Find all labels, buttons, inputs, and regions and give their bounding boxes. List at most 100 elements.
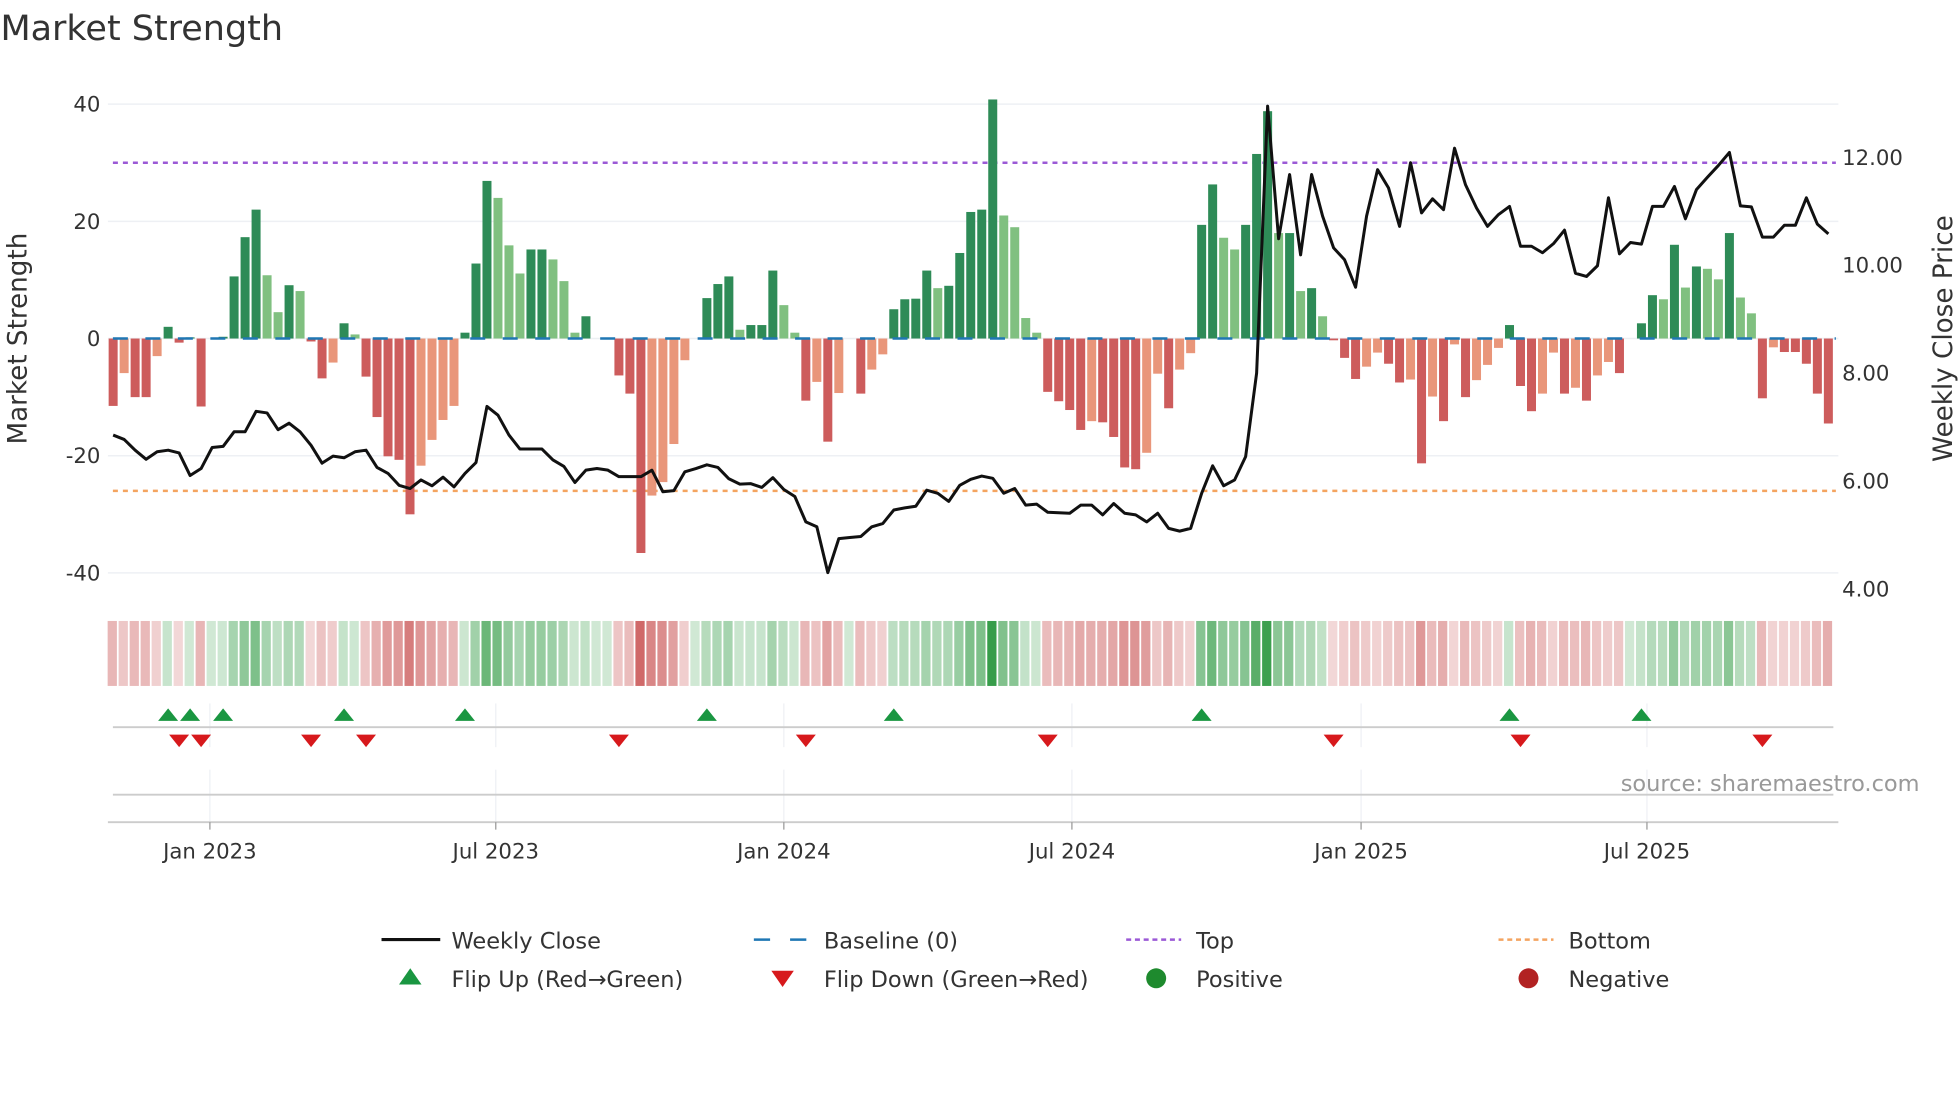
flip-up-marker	[1631, 708, 1652, 721]
heat-cell	[294, 620, 304, 686]
heat-cell	[778, 620, 788, 686]
heat-cell	[888, 620, 898, 686]
strength-bar	[1153, 338, 1163, 374]
heat-cell	[1185, 620, 1195, 686]
strength-bar	[669, 338, 679, 445]
heat-cell	[899, 620, 909, 686]
heat-cell	[195, 620, 205, 686]
heat-cell	[1756, 620, 1767, 686]
strength-bar	[317, 338, 327, 379]
strength-bar	[1142, 338, 1152, 453]
heat-cell	[734, 620, 744, 686]
heat-cell	[415, 620, 425, 686]
heat-cell	[1119, 620, 1129, 686]
strength-bar	[1658, 299, 1668, 339]
heat-cell	[228, 620, 238, 686]
strength-bar	[1120, 338, 1130, 468]
heat-cell	[1767, 620, 1778, 686]
flip-up-marker	[883, 708, 904, 721]
x-tick-label: Jan 2023	[161, 839, 257, 864]
strength-bar	[911, 298, 921, 339]
heat-cell	[1558, 620, 1569, 686]
heat-cell	[1097, 620, 1107, 686]
right-tick-label: 10.00	[1842, 254, 1903, 279]
strength-bar	[724, 276, 734, 339]
strength-bar	[1801, 338, 1811, 364]
heat-cell	[745, 620, 755, 686]
heat-cell	[1229, 620, 1239, 686]
heat-cell	[272, 620, 282, 686]
heat-cell	[1580, 620, 1591, 686]
heat-cell	[1701, 620, 1712, 686]
strength-bar	[372, 338, 382, 418]
strength-bar	[1812, 338, 1822, 394]
strength-bar	[944, 285, 954, 339]
strength-bar	[1054, 338, 1064, 402]
heat-cell	[206, 620, 216, 686]
heat-cell	[1416, 620, 1426, 686]
heat-cell	[789, 620, 799, 686]
left-tick-label: -40	[66, 561, 101, 586]
strength-bar	[856, 338, 866, 394]
strength-bar	[482, 180, 492, 339]
flip-down-marker	[1510, 734, 1531, 748]
strength-bar	[1724, 233, 1734, 339]
left-axis-title: Market Strength	[4, 233, 34, 445]
heat-cell	[129, 620, 139, 686]
heat-cell	[184, 620, 194, 686]
strength-bar	[152, 338, 162, 357]
heat-cell	[1262, 620, 1272, 686]
heat-cell	[1438, 620, 1448, 686]
x-tick-label: Jan 2024	[735, 839, 831, 864]
heat-cell	[855, 620, 865, 686]
strength-bar	[1208, 184, 1218, 339]
strength-bar	[1065, 338, 1075, 411]
strength-bar	[240, 237, 250, 339]
strength-bar	[1505, 325, 1515, 339]
flip-up-marker	[213, 708, 234, 721]
heat-cell	[1372, 620, 1382, 686]
flip-down-marker	[191, 734, 212, 748]
heat-cell	[393, 620, 403, 686]
strength-bar	[1175, 338, 1185, 370]
heat-cell	[558, 620, 568, 686]
heat-cell	[1295, 620, 1305, 686]
heat-cell	[1657, 620, 1668, 686]
heat-cell	[1800, 620, 1811, 686]
heat-cell	[613, 620, 623, 686]
heat-cell	[712, 620, 722, 686]
heat-cell	[217, 620, 227, 686]
heat-cell	[657, 620, 667, 686]
heat-cell	[349, 620, 359, 686]
strength-bar	[1098, 338, 1108, 423]
strength-bar	[878, 338, 888, 355]
strength-bar	[977, 209, 987, 339]
flip-up-marker	[1499, 708, 1520, 721]
heat-cell	[690, 620, 700, 686]
strength-bar	[812, 338, 822, 382]
strength-bar	[1076, 338, 1086, 430]
heat-cell	[470, 620, 480, 686]
strength-bar	[1680, 287, 1690, 339]
heat-cell	[459, 620, 469, 686]
strength-bar	[1131, 338, 1141, 470]
strength-bar	[515, 273, 525, 339]
strength-bar	[1570, 338, 1580, 388]
strength-bar	[416, 338, 426, 466]
heat-cell	[371, 620, 381, 686]
heat-cell	[316, 620, 326, 686]
flip-up-icon	[399, 968, 422, 985]
right-tick-label: 8.00	[1842, 362, 1889, 387]
strength-bar	[251, 209, 261, 339]
heat-cell	[1064, 620, 1074, 686]
heat-cell	[811, 620, 821, 686]
strength-bar	[460, 332, 470, 339]
strength-bar	[493, 197, 503, 339]
heat-cell	[492, 620, 502, 686]
heat-cell	[1493, 620, 1503, 686]
heat-cell	[404, 620, 414, 686]
strength-bar	[141, 338, 151, 398]
chart-title: Market Strength	[0, 9, 283, 49]
heat-cell	[1141, 620, 1151, 686]
flip-down-marker	[608, 734, 629, 748]
